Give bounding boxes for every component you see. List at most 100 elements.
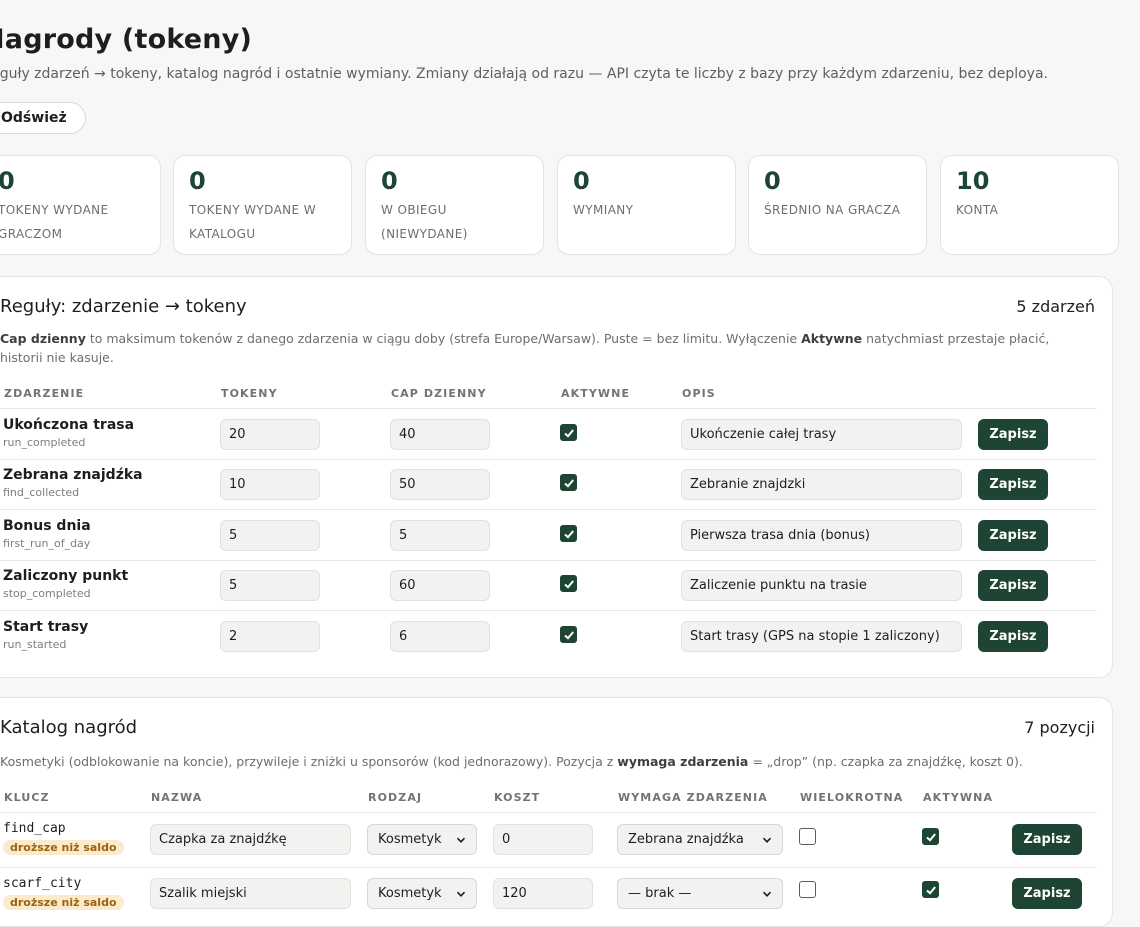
event-key: run_completed — [3, 436, 86, 449]
stat-value: 0 — [189, 167, 206, 195]
active-checkbox[interactable] — [560, 626, 577, 643]
save-button[interactable]: Zapisz — [978, 469, 1048, 500]
save-button[interactable]: Zapisz — [978, 570, 1048, 601]
check-icon — [563, 630, 574, 640]
table-row: Bonus dnia first_run_of_day Zapisz — [0, 509, 1097, 560]
rules-description: Cap dzienny to maksimum tokenów z danego… — [0, 331, 1050, 365]
col-header-active: AKTYWNE — [561, 387, 631, 400]
active-checkbox[interactable] — [560, 474, 577, 491]
stat-card-in-circulation: 0 W OBIEGU (NIEWYDANE) — [365, 155, 544, 255]
item-name-input[interactable] — [150, 824, 351, 855]
check-icon — [925, 885, 936, 895]
event-cell: Zebrana znajdźka find_collected — [3, 467, 143, 499]
item-name-input[interactable] — [150, 878, 351, 909]
cap-input[interactable] — [390, 419, 490, 450]
requires-event-select[interactable]: Zebrana znajdźka — [617, 824, 783, 855]
event-cell: Ukończona trasa run_completed — [3, 417, 134, 449]
col-header-kind: RODZAJ — [368, 791, 423, 804]
stat-value: 0 — [764, 167, 781, 195]
save-button[interactable]: Zapisz — [978, 621, 1048, 652]
tokens-input[interactable] — [220, 570, 320, 601]
key-cell: find_cap droższe niż saldo — [3, 821, 124, 855]
description-input[interactable] — [681, 621, 962, 652]
event-name: Zebrana znajdźka — [3, 467, 143, 483]
stat-value: 0 — [573, 167, 590, 195]
requires-select-value: Zebrana znajdźka — [628, 832, 744, 847]
multi-checkbox[interactable] — [799, 828, 816, 845]
cost-input[interactable] — [493, 878, 593, 909]
chevron-down-icon — [456, 837, 466, 843]
stat-card-tokens-players: 0 TOKENY WYDANE GRACZOM — [0, 155, 161, 255]
description-input[interactable] — [681, 570, 962, 601]
tokens-input[interactable] — [220, 621, 320, 652]
tokens-input[interactable] — [220, 469, 320, 500]
stat-card-accounts: 10 KONTA — [940, 155, 1119, 255]
stat-label: TOKENY WYDANE W KATALOGU — [189, 203, 317, 241]
status-badge: droższe niż saldo — [3, 895, 124, 910]
save-button[interactable]: Zapisz — [978, 520, 1048, 551]
cap-input[interactable] — [390, 469, 490, 500]
refresh-button[interactable]: Odśwież — [0, 102, 86, 134]
active-checkbox[interactable] — [922, 881, 939, 898]
stat-label: ŚREDNIO NA GRACZA — [764, 203, 901, 217]
stat-label: KONTA — [956, 203, 999, 217]
col-header-multi: WIELOKROTNA — [800, 791, 904, 804]
description-input[interactable] — [681, 469, 962, 500]
rules-card: Reguły: zdarzenie → tokeny 5 zdarzeń Cap… — [0, 276, 1113, 678]
col-header-active: AKTYWNA — [923, 791, 994, 804]
stat-value: 0 — [381, 167, 398, 195]
col-header-requires: WYMAGA ZDARZENIA — [618, 791, 768, 804]
stat-card-exchanges: 0 WYMIANY — [557, 155, 736, 255]
item-key: find_cap — [3, 821, 66, 836]
requires-event-select[interactable]: — brak — — [617, 878, 783, 909]
status-badge: droższe niż saldo — [3, 840, 124, 855]
multi-checkbox[interactable] — [799, 881, 816, 898]
event-name: Start trasy — [3, 619, 89, 635]
check-icon — [563, 579, 574, 589]
cost-input[interactable] — [493, 824, 593, 855]
cap-input[interactable] — [390, 520, 490, 551]
col-header-event: ZDARZENIE — [4, 387, 85, 400]
check-icon — [563, 428, 574, 438]
event-cell: Start trasy run_started — [3, 619, 88, 651]
table-row: Zaliczony punkt stop_completed Zapisz — [0, 560, 1097, 611]
table-row: Zebrana znajdźka find_collected Zapisz — [0, 459, 1097, 510]
event-key: first_run_of_day — [3, 537, 91, 550]
chevron-down-icon — [762, 891, 772, 897]
catalog-count: 7 pozycji — [1024, 718, 1095, 737]
stat-label: W OBIEGU (NIEWYDANE) — [381, 203, 468, 241]
requires-select-value: — brak — — [628, 886, 692, 901]
stat-card-avg-per-player: 0 ŚREDNIO NA GRACZA — [748, 155, 927, 255]
description-input[interactable] — [681, 520, 962, 551]
table-row: Ukończona trasa run_completed Zapisz — [0, 408, 1097, 459]
table-row: find_cap droższe niż saldo Kosmetyk Zebr… — [0, 812, 1097, 868]
active-checkbox[interactable] — [560, 575, 577, 592]
active-checkbox[interactable] — [560, 525, 577, 542]
tokens-input[interactable] — [220, 520, 320, 551]
chevron-down-icon — [456, 891, 466, 897]
event-key: stop_completed — [3, 587, 91, 600]
check-icon — [925, 832, 936, 842]
kind-select[interactable]: Kosmetyk — [367, 878, 477, 909]
active-checkbox[interactable] — [560, 424, 577, 441]
kind-select-value: Kosmetyk — [378, 832, 442, 847]
key-cell: scarf_city droższe niż saldo — [3, 876, 124, 910]
kind-select[interactable]: Kosmetyk — [367, 824, 477, 855]
col-header-tokens: TOKENY — [221, 387, 278, 400]
table-row: scarf_city droższe niż saldo Kosmetyk — … — [0, 867, 1097, 923]
cap-input[interactable] — [390, 570, 490, 601]
save-button[interactable]: Zapisz — [1012, 878, 1082, 909]
rules-title: Reguły: zdarzenie → tokeny — [0, 296, 247, 317]
event-key: run_started — [3, 638, 67, 651]
event-cell: Zaliczony punkt stop_completed — [3, 568, 128, 600]
event-name: Zaliczony punkt — [3, 568, 129, 584]
cap-input[interactable] — [390, 621, 490, 652]
stat-label: TOKENY WYDANE GRACZOM — [0, 203, 109, 241]
save-button[interactable]: Zapisz — [1012, 824, 1082, 855]
event-name: Ukończona trasa — [3, 417, 135, 433]
catalog-card: Katalog nagród 7 pozycji Kosmetyki (odbl… — [0, 697, 1113, 927]
active-checkbox[interactable] — [922, 828, 939, 845]
tokens-input[interactable] — [220, 419, 320, 450]
description-input[interactable] — [681, 419, 962, 450]
save-button[interactable]: Zapisz — [978, 419, 1048, 450]
